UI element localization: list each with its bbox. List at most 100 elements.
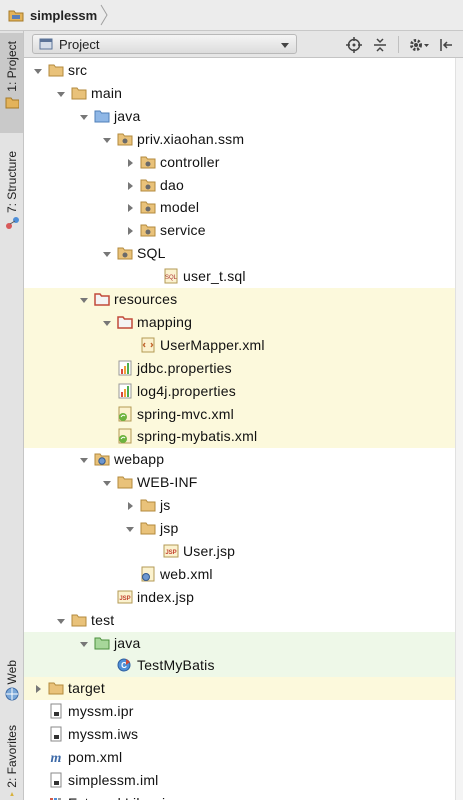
structure-tool-icon	[5, 217, 19, 230]
tree-node-label: myssm.iws	[68, 726, 139, 743]
collapse-all-button[interactable]	[370, 35, 390, 54]
tool-tab-project[interactable]: 1: Project	[0, 33, 23, 133]
tree-node-label: User.jsp	[183, 542, 236, 559]
folder-icon	[48, 64, 64, 77]
resources-folder-icon	[117, 316, 133, 329]
tree-node[interactable]: spring-mvc.xml	[24, 402, 463, 426]
tree-node[interactable]: model	[24, 196, 463, 219]
expand-right-arrow-icon[interactable]	[32, 683, 44, 695]
tree-node[interactable]: myssm.ipr	[24, 700, 463, 723]
tool-tab-favorites-label: 2: Favorites	[4, 725, 19, 788]
tree-node[interactable]: webapp	[24, 448, 463, 471]
tree-node[interactable]: controller	[24, 151, 463, 174]
expand-right-arrow-icon[interactable]	[124, 157, 136, 169]
tree-node[interactable]: resources	[24, 288, 463, 311]
folder-icon	[71, 614, 87, 627]
expand-down-arrow-icon[interactable]	[101, 317, 113, 329]
tool-tab-project-label: 1: Project	[4, 41, 19, 92]
svg-text:m: m	[51, 751, 62, 765]
chevron-down-icon	[281, 43, 289, 48]
star-icon	[5, 791, 18, 796]
tool-tab-structure[interactable]: 7: Structure	[0, 143, 23, 238]
folder-icon	[71, 87, 87, 100]
header-divider	[398, 36, 399, 53]
package-icon	[117, 133, 133, 146]
breadcrumb-project[interactable]: simplessm	[8, 4, 109, 26]
expand-down-arrow-icon[interactable]	[101, 248, 113, 260]
tree-node[interactable]: java	[24, 105, 463, 128]
gear-icon	[410, 38, 429, 51]
expand-down-arrow-icon[interactable]	[78, 111, 90, 123]
expand-down-arrow-icon[interactable]	[101, 134, 113, 146]
tree-node[interactable]: java	[24, 631, 463, 655]
tree-node[interactable]: jsp	[24, 517, 463, 540]
tree-node[interactable]: js	[24, 494, 463, 517]
tree-node[interactable]: m pom.xml	[24, 746, 463, 769]
tree-node[interactable]: simplessm.iml	[24, 769, 463, 792]
package-icon	[140, 224, 156, 237]
expand-down-arrow-icon[interactable]	[78, 294, 90, 306]
web-descriptor-icon	[141, 566, 155, 582]
expand-down-arrow-icon[interactable]	[55, 615, 67, 627]
view-selector-dropdown[interactable]: Project	[32, 34, 297, 54]
jsp-file-icon: JSP	[163, 544, 179, 558]
source-folder-icon	[94, 110, 110, 123]
project-tree: src main java priv.xiaohan.ssm controller dao…	[18, 58, 463, 800]
tree-node[interactable]: src	[24, 59, 463, 82]
hide-panel-icon	[440, 38, 452, 51]
scroll-from-source-button[interactable]	[344, 35, 364, 54]
hide-panel-button[interactable]	[436, 35, 456, 54]
left-tool-strip: 1: Project 7: Structure Web 2: Favorites	[0, 31, 24, 800]
tree-node[interactable]: priv.xiaohan.ssm	[24, 128, 463, 151]
tree-node-label: simplessm.iml	[68, 771, 159, 788]
file-icon	[50, 703, 62, 719]
tree-node-label: dao	[160, 176, 184, 193]
expand-down-arrow-icon[interactable]	[78, 638, 90, 650]
expand-down-arrow-icon[interactable]	[101, 477, 113, 489]
tree-node[interactable]: dao	[24, 174, 463, 197]
tree-node-label: resources	[114, 291, 178, 307]
target-icon	[346, 36, 362, 53]
tree-scrollbar[interactable]	[455, 58, 463, 800]
expand-right-arrow-icon[interactable]	[124, 180, 136, 192]
web-folder-icon	[94, 453, 110, 466]
expand-right-arrow-icon[interactable]	[124, 500, 136, 512]
tree-node[interactable]: UserMapper.xml	[24, 333, 463, 357]
tree-node[interactable]: web.xml	[24, 563, 463, 586]
settings-button[interactable]	[406, 35, 432, 54]
tree-node-label: index.jsp	[137, 588, 195, 605]
tree-node[interactable]: WEB-INF	[24, 471, 463, 494]
expand-down-arrow-icon[interactable]	[32, 65, 44, 77]
tree-node[interactable]: mapping	[24, 310, 463, 334]
tree-node[interactable]: SQL user_t.sql	[24, 265, 463, 288]
tree-node[interactable]: log4j.properties	[24, 379, 463, 403]
sql-file-icon: SQL	[164, 268, 178, 284]
tree-node[interactable]: main	[24, 82, 463, 105]
tree-node[interactable]: jdbc.properties	[24, 356, 463, 380]
tree-node[interactable]: JSP User.jsp	[24, 540, 463, 563]
project-panel-header: Project	[24, 31, 463, 58]
expand-down-arrow-icon[interactable]	[55, 88, 67, 100]
svg-text:SQL: SQL	[165, 275, 178, 281]
tree-node[interactable]: spring-mybatis.xml	[24, 425, 463, 449]
tree-node[interactable]: JSP index.jsp	[24, 586, 463, 609]
tree-node[interactable]: myssm.iws	[24, 723, 463, 746]
tree-node[interactable]: target	[24, 677, 463, 701]
tree-node[interactable]: test	[24, 609, 463, 632]
expand-down-arrow-icon[interactable]	[78, 454, 90, 466]
tree-node[interactable]: C TestMyBatis	[24, 654, 463, 678]
tree-node-label: spring-mybatis.xml	[137, 428, 258, 445]
expand-right-arrow-icon[interactable]	[124, 202, 136, 214]
tree-node[interactable]: External Libraries	[18, 792, 463, 800]
tree-node[interactable]: service	[24, 219, 463, 242]
tree-node-label: SQL	[137, 245, 166, 262]
tree-node[interactable]: SQL	[24, 242, 463, 265]
expand-right-arrow-icon[interactable]	[124, 225, 136, 237]
tool-tab-favorites[interactable]: 2: Favorites	[0, 721, 23, 799]
expand-down-arrow-icon[interactable]	[124, 523, 136, 535]
folder-icon	[140, 522, 156, 535]
file-icon	[50, 772, 62, 788]
properties-file-icon	[118, 360, 132, 376]
tool-tab-web[interactable]: Web	[0, 656, 23, 714]
tree-node-label: jdbc.properties	[137, 359, 232, 376]
